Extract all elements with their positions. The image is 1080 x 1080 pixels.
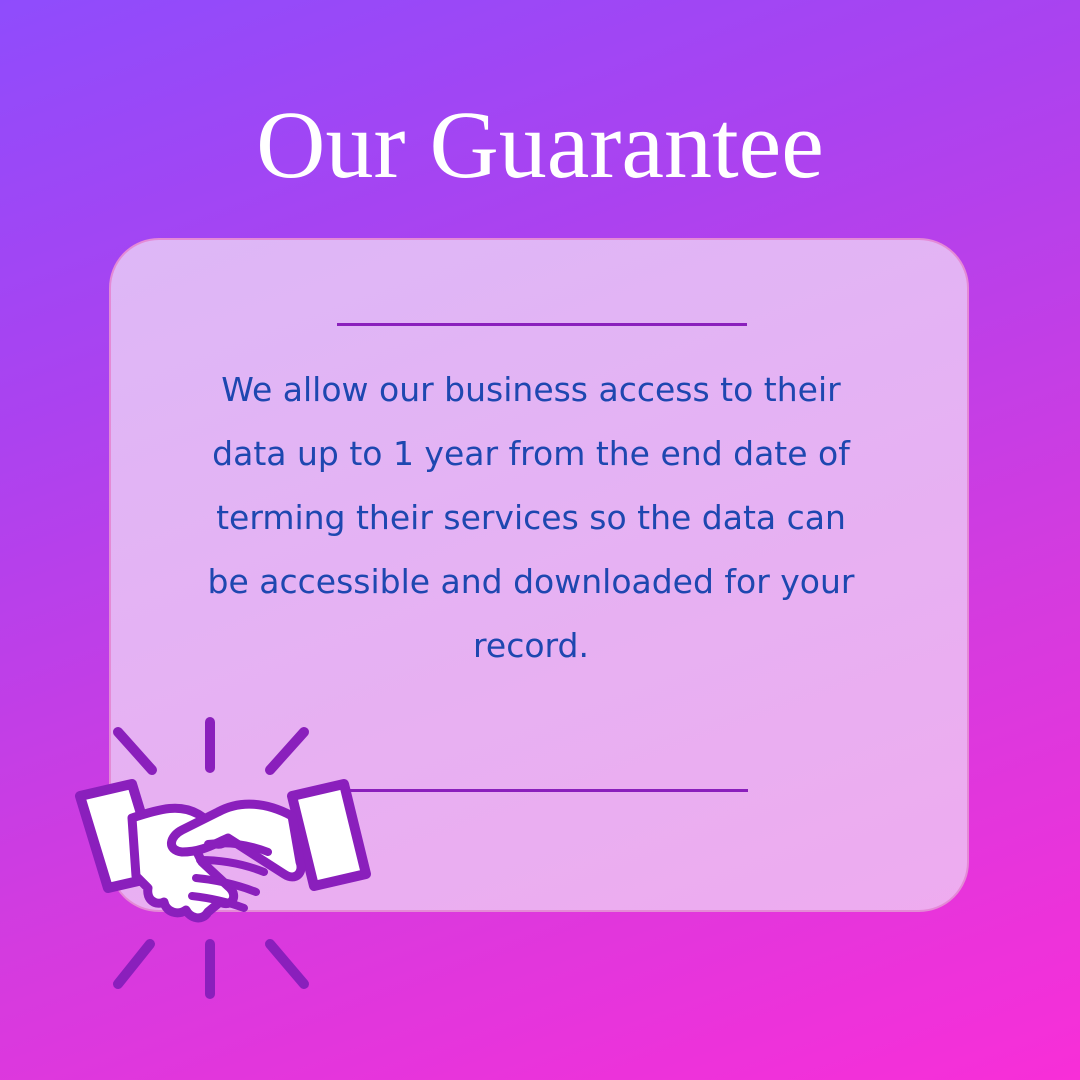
handshake-icon [75, 717, 371, 999]
top-divider [337, 323, 747, 326]
guarantee-text: We allow our business access to their da… [207, 370, 855, 665]
graphic-canvas: Our Guarantee We allow our business acce… [0, 0, 1080, 1080]
bottom-divider [339, 789, 748, 792]
page-title: Our Guarantee [256, 91, 824, 198]
